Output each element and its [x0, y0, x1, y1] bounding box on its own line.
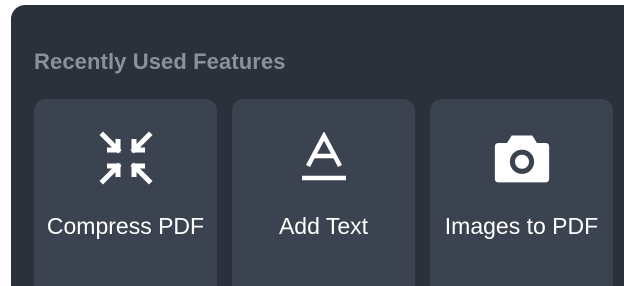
feature-cards: Compress PDF Add Text Images to PDF — [34, 99, 624, 286]
section-title: Recently Used Features — [34, 49, 286, 74]
feature-card-images-to-pdf[interactable]: Images to PDF — [430, 99, 613, 286]
feature-label: Images to PDF — [444, 213, 599, 239]
camera-icon — [493, 129, 551, 187]
feature-label: Compress PDF — [46, 213, 205, 239]
feature-card-add-text[interactable]: Add Text — [232, 99, 415, 286]
compress-icon — [97, 129, 155, 187]
feature-card-compress-pdf[interactable]: Compress PDF — [34, 99, 217, 286]
feature-label: Add Text — [278, 213, 369, 239]
recent-features-panel: Recently Used Features Compress PDF Add … — [11, 5, 624, 286]
text-icon — [295, 129, 353, 187]
